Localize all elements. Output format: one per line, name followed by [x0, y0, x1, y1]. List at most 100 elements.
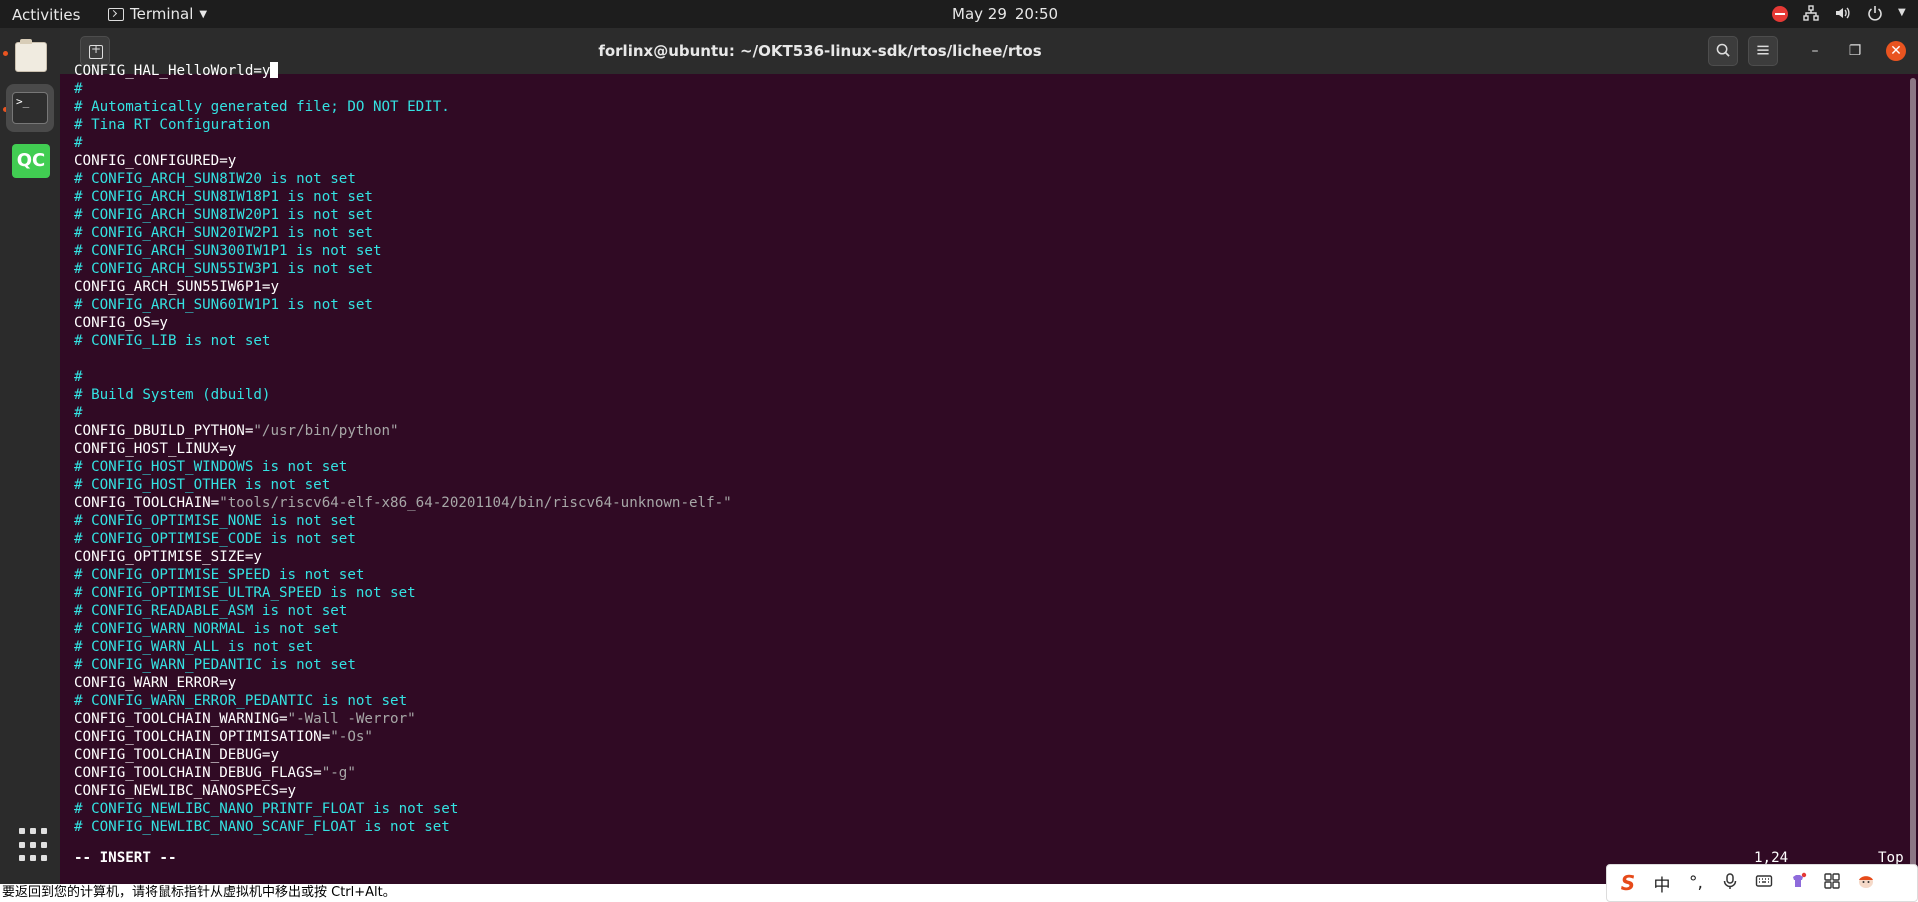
config-comment: # CONFIG_WARN_PEDANTIC is not set — [74, 657, 356, 673]
search-icon — [1716, 43, 1730, 57]
microphone-icon[interactable] — [1721, 872, 1739, 895]
dock-qtcreator[interactable]: QC — [6, 138, 54, 186]
terminal-line: CONFIG_TOOLCHAIN_DEBUG_FLAGS="-g" — [74, 764, 1904, 782]
config-comment: # CONFIG_WARN_NORMAL is not set — [74, 621, 339, 637]
config-string: "-g" — [321, 765, 356, 781]
ime-punctuation-toggle[interactable]: °, — [1687, 873, 1705, 893]
terminal-line: # Build System (dbuild) — [74, 386, 1904, 404]
terminal-line: # Tina RT Configuration — [74, 116, 1904, 134]
config-comment: # CONFIG_ARCH_SUN55IW3P1 is not set — [74, 261, 373, 277]
ime-toolbar[interactable]: S 中 °, — [1606, 864, 1918, 902]
vim-mode: -- INSERT -- — [74, 850, 177, 866]
terminal-line: # CONFIG_WARN_ERROR_PEDANTIC is not set — [74, 692, 1904, 710]
config-comment: # CONFIG_OPTIMISE_NONE is not set — [74, 513, 356, 529]
config-comment: # CONFIG_ARCH_SUN8IW20P1 is not set — [74, 207, 373, 223]
terminal-line: CONFIG_OPTIMISE_SIZE=y — [74, 548, 1904, 566]
network-icon[interactable] — [1802, 4, 1820, 22]
terminal-line: CONFIG_TOOLCHAIN_WARNING="-Wall -Werror" — [74, 710, 1904, 728]
config-comment: # — [74, 405, 83, 421]
terminal-line: # CONFIG_ARCH_SUN8IW20P1 is not set — [74, 206, 1904, 224]
config-comment: # CONFIG_ARCH_SUN20IW2P1 is not set — [74, 225, 373, 241]
ime-language-toggle[interactable]: 中 — [1653, 871, 1671, 896]
dock-files[interactable] — [6, 34, 54, 82]
terminal-line: CONFIG_ARCH_SUN55IW6P1=y — [74, 278, 1904, 296]
config-entry: CONFIG_HAL_HelloWorld=y — [74, 63, 271, 79]
terminal-line: # CONFIG_WARN_PEDANTIC is not set — [74, 656, 1904, 674]
scrollbar[interactable] — [1910, 78, 1916, 868]
config-comment: # — [74, 369, 83, 385]
config-comment: # CONFIG_OPTIMISE_CODE is not set — [74, 531, 356, 547]
terminal-line: # CONFIG_ARCH_SUN8IW20 is not set — [74, 170, 1904, 188]
config-comment: # CONFIG_LIB is not set — [74, 333, 271, 349]
terminal-line: CONFIG_TOOLCHAIN_DEBUG=y — [74, 746, 1904, 764]
config-comment: # CONFIG_ARCH_SUN300IW1P1 is not set — [74, 243, 382, 259]
terminal-line: # Automatically generated file; DO NOT E… — [74, 98, 1904, 116]
config-comment: # CONFIG_HOST_WINDOWS is not set — [74, 459, 348, 475]
volume-icon[interactable] — [1834, 4, 1852, 22]
terminal-line: CONFIG_TOOLCHAIN="tools/riscv64-elf-x86_… — [74, 494, 1904, 512]
terminal-line: # CONFIG_NEWLIBC_NANO_SCANF_FLOAT is not… — [74, 818, 1904, 836]
config-comment: # CONFIG_NEWLIBC_NANO_SCANF_FLOAT is not… — [74, 819, 450, 835]
system-tray[interactable]: ▼ — [1772, 4, 1908, 22]
show-applications-icon[interactable] — [19, 828, 55, 864]
app-menu-label: Terminal — [130, 5, 194, 23]
config-entry: CONFIG_TOOLCHAIN_WARNING= — [74, 711, 288, 727]
config-comment: # CONFIG_WARN_ERROR_PEDANTIC is not set — [74, 693, 408, 709]
config-entry: CONFIG_CONFIGURED=y — [74, 153, 237, 169]
terminal-line: CONFIG_DBUILD_PYTHON="/usr/bin/python" — [74, 422, 1904, 440]
chevron-down-icon[interactable]: ▼ — [1898, 4, 1908, 22]
activities-button[interactable]: Activities — [12, 6, 80, 24]
config-string: "-Wall -Werror" — [287, 711, 416, 727]
clock-date: May 29 — [952, 5, 1007, 23]
qt-creator-icon: QC — [12, 144, 50, 178]
config-comment: # Tina RT Configuration — [74, 117, 271, 133]
config-comment: # — [74, 81, 83, 97]
terminal-line: # CONFIG_HOST_WINDOWS is not set — [74, 458, 1904, 476]
config-comment: # CONFIG_ARCH_SUN8IW20 is not set — [74, 171, 356, 187]
maximize-button[interactable]: ❐ — [1845, 41, 1865, 61]
terminal-line: # CONFIG_LIB is not set — [74, 332, 1904, 350]
terminal-line: CONFIG_WARN_ERROR=y — [74, 674, 1904, 692]
terminal-content[interactable]: CONFIG_HAL_HelloWorld=y # # Automatically … — [74, 62, 1904, 852]
terminal-line: # CONFIG_ARCH_SUN300IW1P1 is not set — [74, 242, 1904, 260]
terminal-line: # — [74, 134, 1904, 152]
top-bar: Activities Terminal ▼ May 29 20:50 ▼ — [0, 0, 1918, 28]
dock-terminal[interactable]: >_ — [6, 84, 54, 132]
chevron-down-icon: ▼ — [199, 8, 208, 20]
terminal-line: # CONFIG_OPTIMISE_NONE is not set — [74, 512, 1904, 530]
terminal-line: # CONFIG_ARCH_SUN60IW1P1 is not set — [74, 296, 1904, 314]
terminal-line: # CONFIG_ARCH_SUN55IW3P1 is not set — [74, 260, 1904, 278]
config-entry: CONFIG_HOST_LINUX=y — [74, 441, 237, 457]
terminal-line: # CONFIG_READABLE_ASM is not set — [74, 602, 1904, 620]
dock: >_ QC — [0, 28, 60, 888]
config-comment: # Automatically generated file; DO NOT E… — [74, 99, 450, 115]
scrollbar-thumb[interactable] — [1910, 78, 1916, 868]
terminal-line: # CONFIG_OPTIMISE_ULTRA_SPEED is not set — [74, 584, 1904, 602]
config-entry: CONFIG_OS=y — [74, 315, 168, 331]
terminal-window: forlinx@ubuntu: ~/OKT536-linux-sdk/rtos/… — [60, 28, 1918, 888]
terminal-line: # CONFIG_OPTIMISE_SPEED is not set — [74, 566, 1904, 584]
folder-icon — [15, 39, 47, 72]
config-comment: # Build System (dbuild) — [74, 387, 271, 403]
do-not-disturb-icon[interactable] — [1772, 5, 1788, 22]
mascot-icon[interactable] — [1857, 872, 1875, 895]
config-entry: CONFIG_OPTIMISE_SIZE=y — [74, 549, 262, 565]
close-button[interactable]: ✕ — [1886, 41, 1906, 61]
terminal-line: CONFIG_CONFIGURED=y — [74, 152, 1904, 170]
power-icon[interactable] — [1866, 4, 1884, 22]
config-comment: # CONFIG_OPTIMISE_ULTRA_SPEED is not set — [74, 585, 416, 601]
hamburger-icon — [1757, 45, 1769, 55]
app-menu[interactable]: Terminal ▼ — [108, 5, 207, 23]
skin-icon[interactable] — [1789, 872, 1807, 895]
minimize-button[interactable]: – — [1805, 41, 1825, 61]
toolbox-icon[interactable] — [1823, 872, 1841, 895]
keyboard-icon[interactable] — [1755, 872, 1773, 895]
terminal-line: CONFIG_TOOLCHAIN_OPTIMISATION="-Os" — [74, 728, 1904, 746]
terminal-line: # CONFIG_WARN_ALL is not set — [74, 638, 1904, 656]
config-entry: CONFIG_TOOLCHAIN_OPTIMISATION= — [74, 729, 331, 745]
clock[interactable]: May 29 20:50 — [952, 5, 1058, 23]
ime-logo[interactable]: S — [1619, 871, 1637, 895]
terminal-app-icon: >_ — [12, 92, 48, 124]
config-entry: CONFIG_NEWLIBC_NANOSPECS=y — [74, 783, 297, 799]
